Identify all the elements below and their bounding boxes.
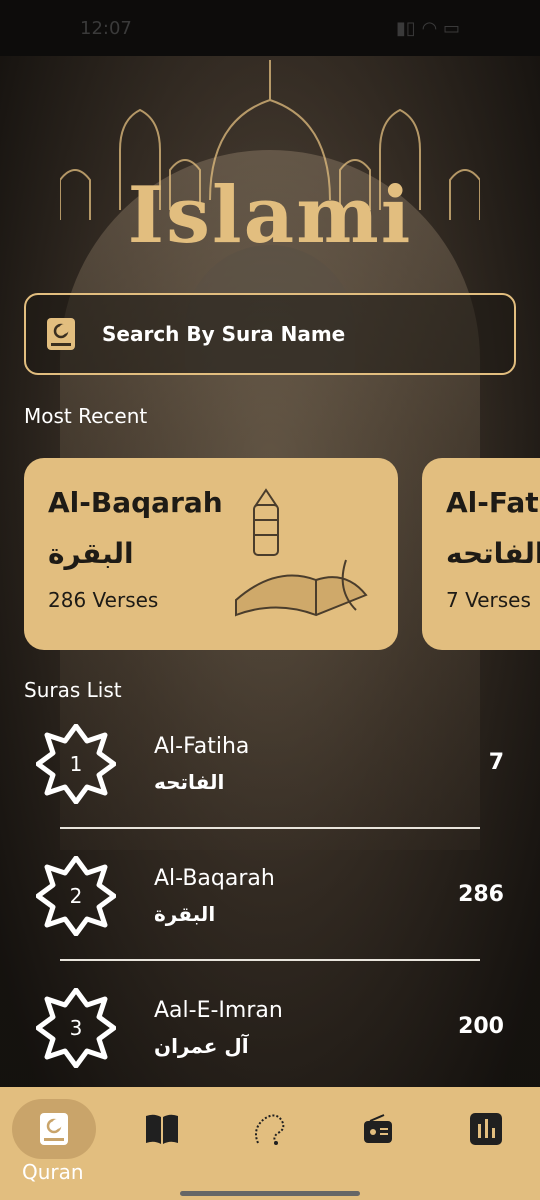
sura-list-item[interactable]: 3 Aal-E-Imran آل عمران 200 [0,964,540,1096]
sura-number: 2 [69,884,83,908]
sura-name-en: Al-Fatiha [154,734,250,759]
sura-name-ar: الفاتحه [154,770,225,794]
quran-lantern-illustration-icon [235,488,368,617]
most-recent-title: Most Recent [24,404,148,428]
time-icon [470,1113,502,1145]
sura-verse-count: 7 [488,750,504,775]
quran-icon [47,318,75,350]
most-recent-list[interactable]: Al-Baqarah البقرة 286 Verses Al-Fatiha ا… [24,458,540,650]
list-divider [60,827,480,829]
sura-name-en: Al-Baqarah [154,866,275,891]
sura-name-en: Aal-E-Imran [154,998,283,1023]
nav-tab-hadith[interactable] [120,1099,204,1159]
sura-number: 3 [69,1016,83,1040]
radio-icon [364,1114,392,1143]
app-logo: Islami [127,170,413,261]
status-icons: ▮▯ ◠ ▭ [396,17,460,39]
sura-number: 1 [69,752,83,776]
book-icon [146,1114,178,1144]
sura-list-item[interactable]: 2 Al-Baqarah البقرة 286 [0,832,540,964]
sura-verse-count: 200 [458,1014,504,1039]
sura-list-item[interactable]: 1 Al-Fatiha الفاتحه 7 [0,700,540,832]
recent-card-name-en: Al-Fatiha [446,486,540,519]
list-divider [60,959,480,961]
status-bar: 12:07 ▮▯ ◠ ▭ [0,0,540,56]
recent-card[interactable]: Al-Fatiha الفاتحه 7 Verses [422,458,540,650]
bottom-navigation: Quran [0,1087,540,1200]
search-bar[interactable] [24,293,516,375]
home-indicator [180,1191,360,1196]
quran-icon [40,1113,68,1145]
nav-tab-time[interactable] [444,1099,528,1159]
search-input[interactable] [102,322,482,346]
sura-verse-count: 286 [458,882,504,907]
status-time: 12:07 [80,17,132,39]
sura-name-ar: البقرة [154,902,216,926]
sebha-icon [255,1114,285,1145]
nav-tab-quran-label: Quran [22,1160,84,1184]
recent-card[interactable]: Al-Baqarah البقرة 286 Verses [24,458,398,650]
sura-name-ar: آل عمران [154,1034,249,1058]
nav-tab-quran[interactable] [12,1099,96,1159]
nav-tab-radio[interactable] [336,1099,420,1159]
recent-card-verses: 7 Verses [446,588,531,612]
suras-list-title: Suras List [24,678,122,702]
nav-tab-sebha[interactable] [228,1099,312,1159]
recent-card-name-ar: الفاتحه [446,537,540,570]
